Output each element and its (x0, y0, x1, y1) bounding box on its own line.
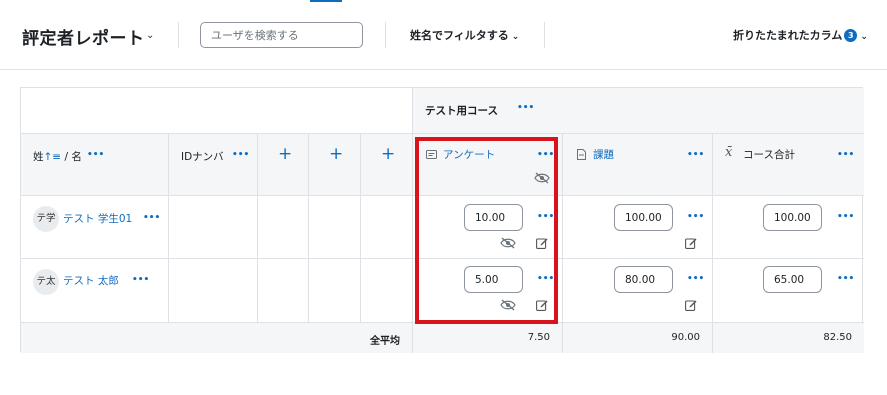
quiz-column-menu-icon[interactable]: ••• (537, 150, 554, 160)
name-column-header: 姓↑≡ / 名 ••• (21, 134, 169, 196)
surname-label: 姓 (33, 151, 44, 163)
eye-slash-icon[interactable] (500, 299, 516, 311)
user-name-link[interactable]: テスト 太郎 (63, 273, 119, 288)
plus-icon[interactable]: + (329, 144, 343, 164)
average-cell: 82.50 (713, 323, 864, 353)
average-cell: 90.00 (563, 323, 713, 353)
table-cell (309, 259, 361, 323)
chevron-down-icon: ⌄ (511, 32, 520, 42)
surname-sort-link[interactable]: 姓↑≡ / 名 (33, 149, 82, 164)
collapsed-label: 折りたたまれたカラム (733, 29, 843, 42)
table-cell (258, 196, 309, 259)
average-value: 7.50 (527, 332, 550, 343)
user-menu-icon[interactable]: ••• (132, 275, 149, 285)
edit-icon[interactable] (536, 299, 548, 311)
table-cell (258, 259, 309, 323)
collapsed-columns-button[interactable]: 折りたたまれたカラム 3 ⌄ (733, 27, 868, 43)
filter-label: 姓名でフィルタする (410, 29, 509, 42)
quiz-column-link[interactable]: アンケート (443, 147, 495, 162)
id-column-label: IDナンバ (181, 151, 224, 163)
grade-input[interactable] (464, 266, 523, 293)
grade-input[interactable] (614, 204, 673, 231)
grade-input[interactable] (614, 266, 673, 293)
user-cell: テ学 テスト 学生01 ••• (21, 196, 169, 259)
grade-cell: ••• (713, 196, 864, 259)
divider (385, 22, 386, 48)
assignment-column-menu-icon[interactable]: ••• (687, 150, 704, 160)
grade-menu-icon[interactable]: ••• (537, 212, 554, 222)
grade-cell: ••• (713, 259, 864, 323)
average-value: 82.50 (823, 332, 852, 343)
id-column-header: IDナンバ ••• (169, 134, 258, 196)
course-total-label: コース合計 (743, 149, 795, 161)
user-name-link[interactable]: テスト 学生01 (63, 211, 132, 226)
divider (178, 22, 179, 48)
grade-input[interactable] (763, 266, 822, 293)
name-column-menu-icon[interactable]: ••• (87, 150, 104, 160)
average-cell: 7.50 (413, 323, 563, 353)
course-header-cell: テスト用コース ••• (413, 88, 864, 134)
firstname-label: / 名 (64, 151, 82, 163)
avatar: テ太 (33, 269, 59, 295)
grade-menu-icon[interactable]: ••• (687, 274, 704, 284)
expand-column-cell: + (309, 134, 361, 196)
course-total-menu-icon[interactable]: ••• (837, 150, 854, 160)
page-title[interactable]: 評定者レポート (22, 24, 145, 49)
table-cell (169, 196, 258, 259)
quiz-column-header: アンケート ••• (413, 134, 563, 196)
table-cell (361, 259, 413, 323)
assignment-icon (577, 149, 586, 160)
sigma-icon: x̄ (725, 145, 733, 160)
grade-cell: ••• (563, 259, 713, 323)
eye-slash-icon[interactable] (534, 172, 550, 184)
avatar: テ学 (33, 206, 59, 232)
grade-menu-icon[interactable]: ••• (837, 212, 854, 222)
assignment-column-header: 課題 ••• (563, 134, 713, 196)
expand-column-cell: + (361, 134, 413, 196)
divider (544, 22, 545, 48)
page-header: 評定者レポート ⌄ 姓名でフィルタする⌄ 折りたたまれたカラム3⌄ (0, 0, 887, 70)
average-value: 90.00 (671, 332, 700, 343)
grade-input[interactable] (763, 204, 822, 231)
chevron-down-icon: ⌄ (860, 32, 868, 42)
plus-icon[interactable]: + (381, 144, 395, 164)
assignment-column-link[interactable]: 課題 (593, 147, 614, 162)
edit-icon[interactable] (685, 237, 697, 249)
header-blank (21, 88, 413, 134)
course-header: テスト用コース (425, 105, 498, 117)
table-cell (361, 196, 413, 259)
sort-icon: ↑≡ (43, 151, 62, 163)
search-input[interactable] (200, 22, 363, 48)
collapsed-count-badge: 3 (844, 29, 858, 42)
user-menu-icon[interactable]: ••• (143, 213, 160, 223)
user-cell: テ太 テスト 太郎 ••• (21, 259, 169, 323)
name-filter-button[interactable]: 姓名でフィルタする ⌄ (410, 27, 519, 43)
expand-column-cell: + (258, 134, 309, 196)
grade-cell: ••• (413, 196, 563, 259)
grade-menu-icon[interactable]: ••• (687, 212, 704, 222)
table-cell (309, 196, 361, 259)
edit-icon[interactable] (536, 237, 548, 249)
average-label-cell: 全平均 (21, 323, 413, 353)
grade-cell: ••• (563, 196, 713, 259)
course-total-column-header: x̄ コース合計 ••• (713, 134, 864, 196)
grade-input[interactable] (464, 204, 523, 231)
table-cell (169, 259, 258, 323)
grade-cell: ••• (413, 259, 563, 323)
plus-icon[interactable]: + (278, 144, 292, 164)
course-menu-icon[interactable]: ••• (517, 103, 534, 113)
grade-menu-icon[interactable]: ••• (837, 274, 854, 284)
id-column-menu-icon[interactable]: ••• (232, 150, 249, 160)
quiz-icon (426, 150, 437, 159)
average-label: 全平均 (370, 336, 400, 347)
grade-menu-icon[interactable]: ••• (537, 274, 554, 284)
edit-icon[interactable] (685, 299, 697, 311)
chevron-down-icon[interactable]: ⌄ (146, 30, 154, 41)
eye-slash-icon[interactable] (500, 237, 516, 249)
grader-table: テスト用コース ••• 姓↑≡ / 名 ••• IDナンバ ••• + + + … (20, 87, 864, 353)
